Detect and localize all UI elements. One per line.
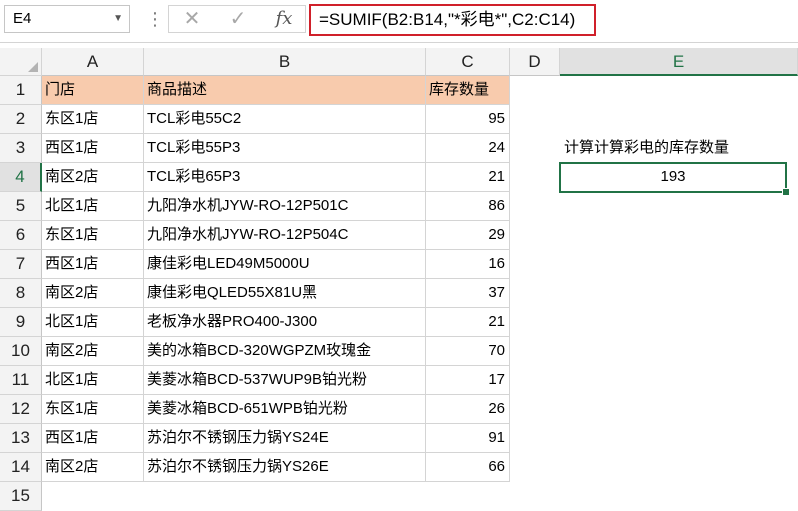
cell-a10[interactable]: 南区2店 (42, 337, 144, 366)
table-header-stock[interactable]: 库存数量 (426, 76, 510, 105)
cell-a7[interactable]: 西区1店 (42, 250, 144, 279)
name-box-value: E4 (13, 10, 32, 27)
cell-c9[interactable]: 21 (426, 308, 510, 337)
row-header-15[interactable]: 15 (0, 482, 42, 511)
row-header-13[interactable]: 13 (0, 424, 42, 453)
column-header-e[interactable]: E (560, 48, 798, 76)
worksheet-grid[interactable]: A B C D E 1 2 3 4 5 6 7 8 9 10 11 12 13 … (0, 48, 798, 511)
row-header-6[interactable]: 6 (0, 221, 42, 250)
cell-b14[interactable]: 苏泊尔不锈钢压力锅YS26E (144, 453, 426, 482)
cell-a3[interactable]: 西区1店 (42, 134, 144, 163)
cell-a14[interactable]: 南区2店 (42, 453, 144, 482)
cell-c10[interactable]: 70 (426, 337, 510, 366)
row-header-12[interactable]: 12 (0, 395, 42, 424)
grip-dots-icon[interactable]: ⋮ (146, 6, 164, 32)
column-header-b[interactable]: B (144, 48, 426, 76)
active-cell-e4[interactable]: 193 (559, 162, 787, 193)
cell-b2[interactable]: TCL彩电55C2 (144, 105, 426, 134)
cancel-icon[interactable]: ✕ (177, 6, 207, 32)
cell-c2[interactable]: 95 (426, 105, 510, 134)
chevron-down-icon[interactable]: ▼ (113, 6, 123, 32)
cell-b13[interactable]: 苏泊尔不锈钢压力锅YS24E (144, 424, 426, 453)
row-header-2[interactable]: 2 (0, 105, 42, 134)
column-header-c[interactable]: C (426, 48, 510, 76)
cell-b3[interactable]: TCL彩电55P3 (144, 134, 426, 163)
formula-bar: E4 ▼ ⋮ ✕ ✓ fx =SUMIF(B2:B14,"*彩电*",C2:C1… (0, 0, 798, 42)
row-header-1[interactable]: 1 (0, 76, 42, 105)
row-header-4[interactable]: 4 (0, 163, 42, 192)
cell-c4[interactable]: 21 (426, 163, 510, 192)
table-header-store[interactable]: 门店 (42, 76, 144, 105)
cell-b4[interactable]: TCL彩电65P3 (144, 163, 426, 192)
row-header-8[interactable]: 8 (0, 279, 42, 308)
select-all-button[interactable] (0, 48, 42, 76)
table-header-description[interactable]: 商品描述 (144, 76, 426, 105)
cell-b8[interactable]: 康佳彩电QLED55X81U黑 (144, 279, 426, 308)
column-header-a[interactable]: A (42, 48, 144, 76)
cell-b12[interactable]: 美菱冰箱BCD-651WPB铂光粉 (144, 395, 426, 424)
cell-b11[interactable]: 美菱冰箱BCD-537WUP9B铂光粉 (144, 366, 426, 395)
cell-a11[interactable]: 北区1店 (42, 366, 144, 395)
cell-c13[interactable]: 91 (426, 424, 510, 453)
formula-input[interactable]: =SUMIF(B2:B14,"*彩电*",C2:C14) (309, 4, 596, 36)
cell-c14[interactable]: 66 (426, 453, 510, 482)
cell-c5[interactable]: 86 (426, 192, 510, 221)
cell-a9[interactable]: 北区1店 (42, 308, 144, 337)
row-header-5[interactable]: 5 (0, 192, 42, 221)
row-header-3[interactable]: 3 (0, 134, 42, 163)
column-header-d[interactable]: D (510, 48, 560, 76)
cell-a6[interactable]: 东区1店 (42, 221, 144, 250)
cell-a12[interactable]: 东区1店 (42, 395, 144, 424)
cell-b9[interactable]: 老板净水器PRO400-J300 (144, 308, 426, 337)
cell-a4[interactable]: 南区2店 (42, 163, 144, 192)
cell-a13[interactable]: 西区1店 (42, 424, 144, 453)
row-header-10[interactable]: 10 (0, 337, 42, 366)
cell-c7[interactable]: 16 (426, 250, 510, 279)
cell-b6[interactable]: 九阳净水机JYW-RO-12P504C (144, 221, 426, 250)
cell-a2[interactable]: 东区1店 (42, 105, 144, 134)
insert-function-icon[interactable]: fx (269, 6, 299, 32)
row-header-9[interactable]: 9 (0, 308, 42, 337)
enter-icon[interactable]: ✓ (223, 6, 253, 32)
name-box[interactable]: E4 ▼ (4, 5, 130, 33)
cell-b7[interactable]: 康佳彩电LED49M5000U (144, 250, 426, 279)
cell-e3-label[interactable]: 计算计算彩电的库存数量 (564, 134, 729, 162)
fill-handle[interactable] (782, 188, 790, 196)
cell-a8[interactable]: 南区2店 (42, 279, 144, 308)
row-header-7[interactable]: 7 (0, 250, 42, 279)
cell-c11[interactable]: 17 (426, 366, 510, 395)
cell-c6[interactable]: 29 (426, 221, 510, 250)
cell-a5[interactable]: 北区1店 (42, 192, 144, 221)
formula-buttons: ✕ ✓ fx (168, 5, 306, 33)
cell-c8[interactable]: 37 (426, 279, 510, 308)
cell-c3[interactable]: 24 (426, 134, 510, 163)
cell-b10[interactable]: 美的冰箱BCD-320WGPZM玫瑰金 (144, 337, 426, 366)
row-header-14[interactable]: 14 (0, 453, 42, 482)
cell-b5[interactable]: 九阳净水机JYW-RO-12P501C (144, 192, 426, 221)
row-header-11[interactable]: 11 (0, 366, 42, 395)
cell-c12[interactable]: 26 (426, 395, 510, 424)
